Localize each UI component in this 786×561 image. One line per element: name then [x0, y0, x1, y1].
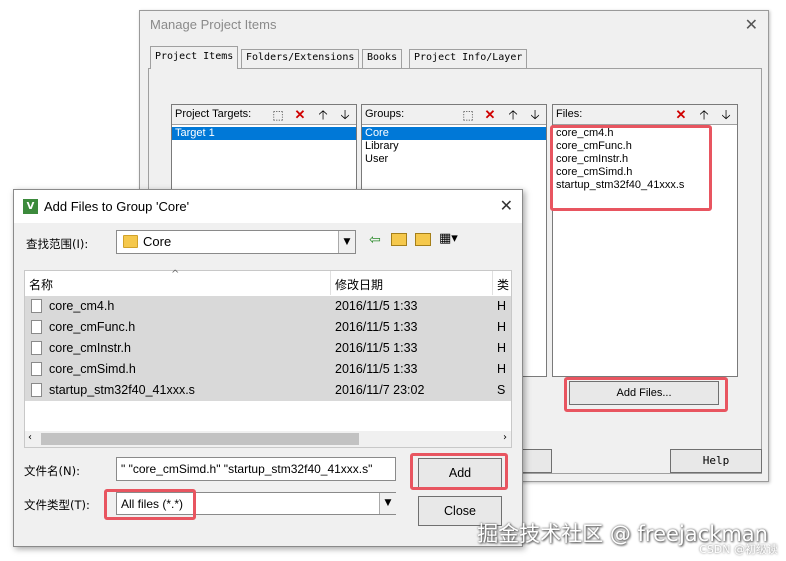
groups-label: Groups: [365, 108, 405, 120]
delete-icon[interactable]: ✕ [292, 107, 308, 123]
file-name: core_cm4.h [49, 299, 115, 313]
back-icon[interactable]: ⇦ [369, 232, 381, 248]
scroll-thumb[interactable] [41, 433, 359, 445]
tab-project-info-layer[interactable]: Project Info/Layer [409, 49, 528, 68]
move-up-icon[interactable]: 🡡 [315, 107, 331, 123]
file-name: core_cmInstr.h [49, 341, 131, 355]
project-targets-label: Project Targets: [175, 108, 252, 120]
panel-header: Groups: ⬚ ✕ 🡡 🡣 [362, 105, 546, 125]
add-files-highlight [564, 377, 728, 412]
file-name: core_cmFunc.h [49, 320, 136, 334]
panel-header: Project Targets: ⬚ ✕ 🡡 🡣 [172, 105, 356, 125]
file-icon [31, 383, 42, 397]
look-in-select[interactable]: Core ▼ [116, 230, 356, 254]
column-header-date[interactable]: 修改日期 [331, 271, 493, 295]
file-date: 2016/11/5 1:33 [335, 299, 418, 313]
look-in-label: 查找范围(I): [26, 237, 89, 251]
files-label: Files: [556, 108, 583, 120]
move-down-icon[interactable]: 🡣 [718, 107, 734, 123]
folder-icon [123, 235, 138, 248]
add-files-dialog: V Add Files to Group 'Core' ✕ 查找范围(I): C… [13, 189, 523, 547]
horizontal-scrollbar[interactable]: ‹ › [25, 431, 511, 447]
up-folder-icon[interactable] [391, 233, 407, 246]
panel-header: Files: ✕ 🡡 🡣 [553, 105, 737, 125]
close-icon[interactable]: ✕ [500, 196, 513, 215]
tab-books[interactable]: Books [362, 49, 403, 68]
keil-logo-icon: V [23, 199, 38, 214]
csdn-watermark: CSDN @初级读 [699, 543, 778, 556]
file-icon [31, 341, 42, 355]
list-item[interactable]: User [362, 153, 546, 166]
sort-ascending-icon: ^ [171, 269, 180, 280]
file-row[interactable]: startup_stm32f40_41xxx.s 2016/11/7 23:02… [25, 380, 511, 401]
title-bar: V Add Files to Group 'Core' ✕ [14, 190, 522, 223]
list-item[interactable]: Core [362, 127, 546, 140]
file-row[interactable]: core_cm4.h 2016/11/5 1:33 H [25, 296, 511, 317]
view-menu-icon[interactable]: ▦▾ [439, 231, 458, 246]
file-date: 2016/11/5 1:33 [335, 320, 418, 334]
file-icon [31, 362, 42, 376]
move-down-icon[interactable]: 🡣 [527, 107, 543, 123]
dialog-title: Add Files to Group 'Core' [44, 199, 190, 214]
tab-folders-extensions[interactable]: Folders/Extensions [241, 49, 360, 68]
dialog-title: Manage Project Items [150, 17, 277, 32]
file-date: 2016/11/5 1:33 [335, 362, 418, 376]
file-type: S [497, 383, 506, 397]
files-highlight [550, 125, 712, 211]
move-down-icon[interactable]: 🡣 [337, 107, 353, 123]
chevron-down-icon[interactable]: ▼ [338, 231, 355, 253]
file-row[interactable]: core_cmSimd.h 2016/11/5 1:33 H [25, 359, 511, 380]
filetype-highlight [104, 489, 196, 520]
new-folder-icon[interactable] [415, 233, 431, 246]
move-up-icon[interactable]: 🡡 [696, 107, 712, 123]
file-date: 2016/11/5 1:33 [335, 341, 418, 355]
file-type: H [497, 320, 507, 334]
file-list: 名称 ^ 修改日期 类 core_cm4.h 2016/11/5 1:33 H … [24, 269, 513, 448]
chevron-right-icon[interactable]: › [503, 432, 507, 443]
list-item[interactable]: Target 1 [172, 127, 356, 140]
look-in-value: Core [143, 234, 172, 249]
file-type: H [497, 299, 507, 313]
help-button[interactable]: Help [670, 449, 762, 473]
filename-label: 文件名(N): [24, 464, 80, 478]
file-name: core_cmSimd.h [49, 362, 136, 376]
file-icon [31, 299, 42, 313]
filetype-label: 文件类型(T): [24, 498, 90, 512]
chevron-down-icon[interactable]: ▼ [379, 493, 396, 514]
close-icon[interactable]: ✕ [745, 15, 758, 34]
file-name: startup_stm32f40_41xxx.s [49, 383, 195, 397]
add-highlight [410, 453, 508, 490]
list-item[interactable]: Library [362, 140, 546, 153]
column-header-type[interactable]: 类 [493, 271, 513, 295]
file-type: H [497, 362, 507, 376]
chevron-left-icon[interactable]: ‹ [28, 432, 32, 443]
file-icon [31, 320, 42, 334]
tab-project-items[interactable]: Project Items [150, 46, 239, 69]
new-icon[interactable]: ⬚ [270, 107, 286, 123]
filename-input[interactable]: " "core_cmSimd.h" "startup_stm32f40_41xx… [116, 457, 396, 481]
move-up-icon[interactable]: 🡡 [505, 107, 521, 123]
delete-icon[interactable]: ✕ [482, 107, 498, 123]
delete-icon[interactable]: ✕ [673, 107, 689, 123]
file-row[interactable]: core_cmFunc.h 2016/11/5 1:33 H [25, 317, 511, 338]
file-type: H [497, 341, 507, 355]
new-icon[interactable]: ⬚ [460, 107, 476, 123]
file-date: 2016/11/7 23:02 [335, 383, 425, 397]
file-row[interactable]: core_cmInstr.h 2016/11/5 1:33 H [25, 338, 511, 359]
